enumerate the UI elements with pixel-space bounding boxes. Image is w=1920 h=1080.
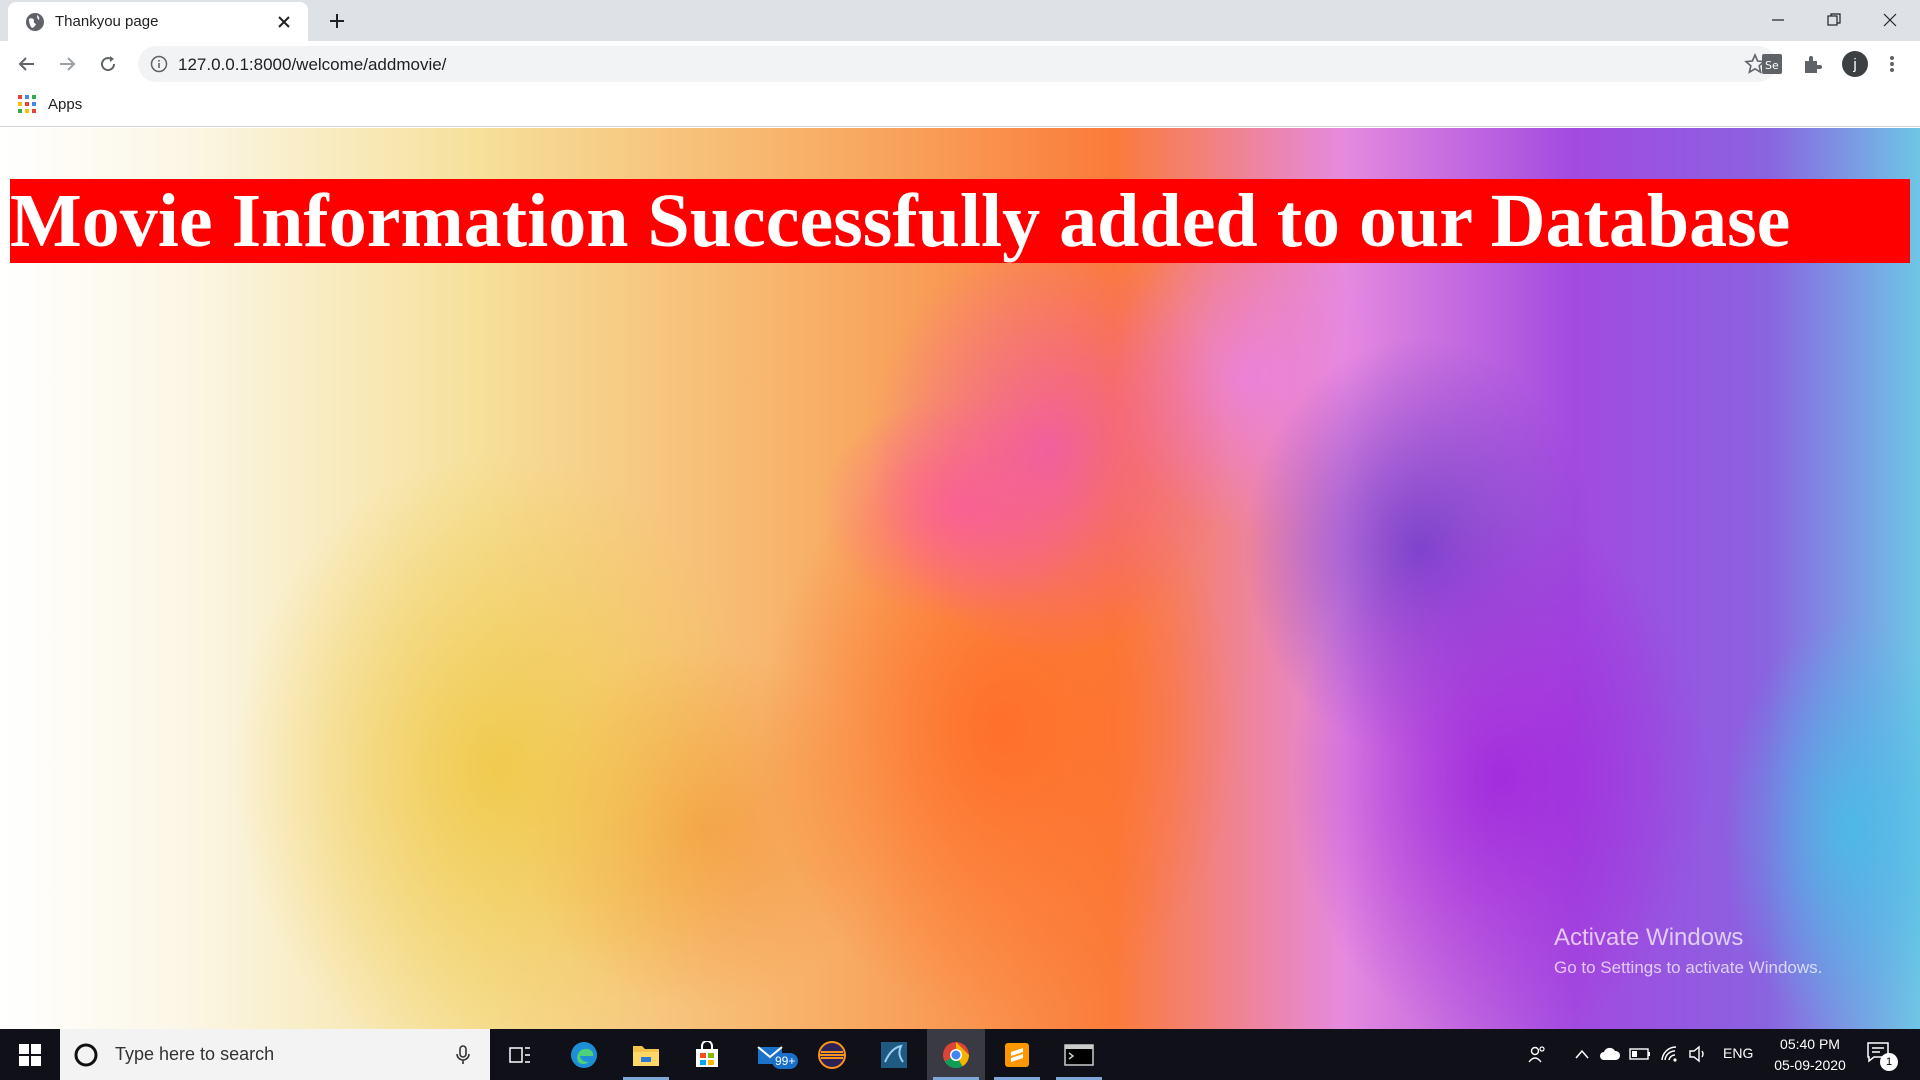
notification-count: 1 [1880,1053,1898,1071]
tab-title: Thankyou page [55,13,159,30]
url-text[interactable]: 127.0.0.1:8000/welcome/addmovie/ [178,55,446,75]
apps-grid-icon [18,95,36,113]
microphone-icon[interactable] [452,1044,474,1066]
action-center-icon[interactable]: 1 [1866,1041,1898,1071]
taskbar-search-box[interactable]: Type here to search [60,1029,490,1080]
selenium-extension-icon[interactable]: Se [1760,52,1784,76]
clock-time: 05:40 PM [1780,1036,1840,1052]
windows-taskbar: Type here to search 99+ ENG 05:40 PM 05-… [0,1029,1920,1080]
mail-icon[interactable]: 99+ [742,1029,800,1080]
new-tab-plus-icon[interactable] [325,9,349,33]
bookmarks-bar: Apps [0,87,1920,127]
more-menu-icon[interactable] [1880,52,1904,76]
task-view-icon[interactable] [491,1029,549,1080]
eclipse-icon[interactable] [803,1029,861,1080]
search-placeholder: Type here to search [115,1044,275,1064]
profile-avatar[interactable]: j [1840,49,1870,79]
mail-badge: 99+ [772,1053,799,1069]
sublime-text-icon[interactable] [988,1029,1046,1080]
chevron-up-icon[interactable] [1570,1042,1594,1066]
address-bar[interactable]: 127.0.0.1:8000/welcome/addmovie/ [138,46,1776,82]
close-tab-icon[interactable] [272,10,296,34]
wifi-icon[interactable] [1658,1042,1682,1066]
globe-icon [26,12,44,31]
svg-text:Se: Se [1765,59,1779,72]
microsoft-store-icon[interactable] [678,1029,736,1080]
apps-label: Apps [48,95,83,113]
reload-icon[interactable] [96,52,120,76]
clock-date: 05-09-2020 [1774,1057,1846,1073]
mysql-workbench-icon[interactable] [865,1029,923,1080]
system-clock[interactable]: 05:40 PM 05-09-2020 [1760,1034,1860,1076]
edge-browser-icon[interactable] [555,1029,613,1080]
windows-start-icon[interactable] [0,1029,60,1080]
page-background: Movie Information Successfully added to … [0,128,1920,1029]
cortana-circle-icon[interactable] [73,1042,99,1068]
watermark-subtitle: Go to Settings to activate Windows. [1554,958,1823,977]
back-arrow-icon[interactable] [15,52,39,76]
site-info-icon[interactable] [150,55,168,73]
browser-toolbar: 127.0.0.1:8000/welcome/addmovie/ Se j [0,41,1920,87]
watermark-title: Activate Windows [1554,924,1744,951]
success-heading: Movie Information Successfully added to … [10,179,1910,263]
forward-arrow-icon[interactable] [55,52,79,76]
extensions-puzzle-icon[interactable] [1800,52,1824,76]
chrome-icon[interactable] [927,1029,985,1080]
profile-initial: j [1853,55,1857,73]
tab-strip: Thankyou page [0,0,1920,41]
people-icon[interactable] [1525,1042,1549,1066]
onedrive-cloud-icon[interactable] [1598,1042,1622,1066]
activate-windows-watermark: Activate Windows Go to Settings to activ… [1554,924,1822,978]
terminal-icon[interactable] [1050,1029,1108,1080]
minimize-icon[interactable] [1750,0,1806,40]
language-indicator[interactable]: ENG [1723,1045,1753,1061]
close-window-icon[interactable] [1862,0,1918,40]
restore-icon[interactable] [1806,0,1862,40]
battery-icon[interactable] [1628,1042,1652,1066]
file-explorer-icon[interactable] [617,1029,675,1080]
bookmark-apps[interactable]: Apps [18,95,82,113]
tab-thankyou-page[interactable]: Thankyou page [8,2,308,41]
speaker-icon[interactable] [1686,1042,1710,1066]
